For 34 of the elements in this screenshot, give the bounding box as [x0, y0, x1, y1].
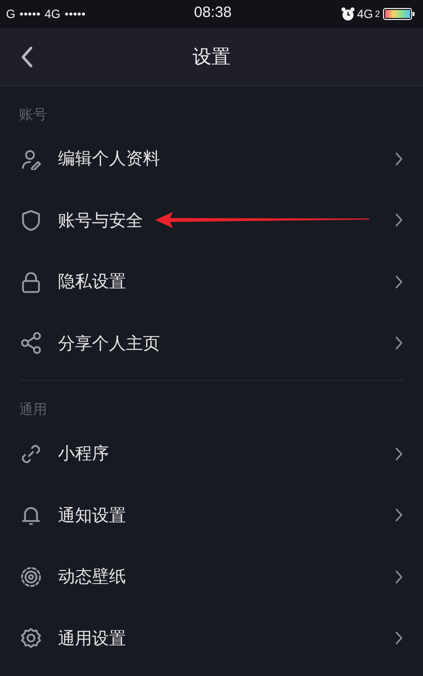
shield-icon: [20, 209, 42, 232]
settings-row[interactable]: 分享个人主页: [0, 312, 423, 374]
page-title: 设置: [192, 44, 230, 70]
settings-row[interactable]: 小程序: [0, 423, 423, 484]
battery-icon: [383, 8, 415, 20]
chevron-right-icon: [395, 152, 403, 166]
share-icon: [20, 332, 42, 354]
settings-row[interactable]: 账号与安全: [0, 190, 423, 251]
settings-row[interactable]: 动态壁纸: [0, 546, 423, 608]
chevron-right-icon: [395, 274, 403, 289]
chevron-right-icon: [395, 508, 403, 522]
carrier-label: G: [6, 7, 16, 21]
bell-icon: [20, 504, 42, 526]
chevron-right-icon: [395, 570, 403, 584]
chevron-right-icon: [395, 446, 403, 461]
link-icon: [20, 442, 42, 465]
alarm-clock-icon: [340, 7, 355, 21]
chevron-right-icon: [395, 213, 403, 228]
section-label: 账号: [19, 106, 48, 125]
network-subscript: 2: [374, 9, 380, 19]
settings-row[interactable]: 通用设置: [0, 608, 423, 669]
dotted-circle-icon: [20, 566, 42, 588]
settings-row[interactable]: 隐私设置: [0, 251, 423, 312]
gear-icon: [20, 627, 42, 650]
section-label: 通用: [19, 401, 48, 420]
network-label: 4G: [356, 7, 373, 21]
settings-row[interactable]: 编辑个人资料: [0, 128, 423, 190]
person-edit-icon: [20, 148, 42, 170]
chevron-right-icon: [395, 336, 403, 350]
clock-time: 08:38: [194, 4, 232, 21]
chevron-right-icon: [395, 631, 403, 646]
carrier-label: 4G: [44, 7, 60, 21]
settings-row[interactable]: 通知设置: [0, 484, 423, 546]
lock-icon: [20, 270, 42, 293]
